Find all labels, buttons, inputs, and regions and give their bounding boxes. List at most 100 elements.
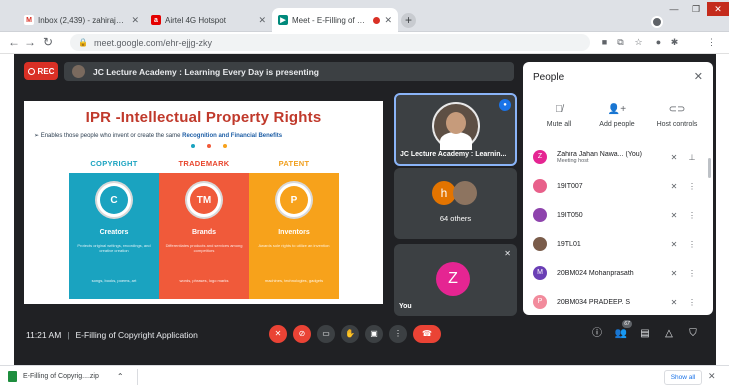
self-tile[interactable]: ✕ Z You xyxy=(394,244,517,316)
chat-button[interactable]: ▤ xyxy=(638,325,652,343)
clock-time: 11:21 AM xyxy=(26,330,62,340)
self-avatar: Z xyxy=(436,262,470,296)
close-tab-icon[interactable]: ✕ xyxy=(131,15,139,26)
mic-off-icon: ✕ xyxy=(504,249,511,258)
presenter-label: JC Lecture Academy : Learnin... xyxy=(400,151,507,158)
add-people-button[interactable]: 👤+ Add people xyxy=(587,104,647,128)
column-foot: machines, technologies, gadgets xyxy=(264,278,324,283)
download-file-name: E-Filling of Copyrig....zip xyxy=(23,373,99,380)
puzzle-icon[interactable]: ✱ xyxy=(668,36,681,49)
close-panel-icon[interactable]: ✕ xyxy=(694,70,703,83)
tab-strip: M Inbox (2,439) - zahirajahan.nawa... ✕ … xyxy=(0,0,729,32)
new-tab-button[interactable]: + xyxy=(401,13,416,28)
recording-badge: REC xyxy=(24,62,58,80)
lock-icon: 🔒 xyxy=(78,38,88,47)
reload-icon[interactable]: ↻ xyxy=(40,34,56,50)
scrollbar[interactable] xyxy=(708,158,711,178)
participant-row[interactable]: 19IT007 ✕ ⋮ xyxy=(533,177,698,195)
tab-airtel[interactable]: a Airtel 4G Hotspot ✕ xyxy=(145,8,272,32)
participant-row[interactable]: M 20BM024 Mohanprasath ✕ ⋮ xyxy=(533,264,698,282)
column-name: Inventors xyxy=(278,229,310,236)
show-all-button[interactable]: Show all xyxy=(664,370,702,385)
participant-row[interactable]: 19TL01 ✕ ⋮ xyxy=(533,235,698,253)
download-item[interactable]: E-Filling of Copyrig....zip ⌃ xyxy=(8,371,124,382)
presenter-avatar xyxy=(72,65,85,78)
mic-toggle-button[interactable]: ✕ xyxy=(269,325,287,343)
host-controls-action[interactable]: ⊂⊃ Host controls xyxy=(647,104,707,128)
star-icon[interactable]: ☆ xyxy=(632,36,645,49)
others-tile[interactable]: h 64 others xyxy=(394,168,517,239)
present-button[interactable]: ▣ xyxy=(365,325,383,343)
participant-row[interactable]: 19IT050 ✕ ⋮ xyxy=(533,206,698,224)
column-heading: COPYRIGHT xyxy=(90,159,138,168)
patent-icon: P xyxy=(275,181,313,219)
mic-off-icon: ✕ xyxy=(670,181,678,191)
add-person-icon: 👤+ xyxy=(607,104,627,115)
window-controls: — ❐ ✕ xyxy=(663,0,729,24)
raise-hand-button[interactable]: ✋ xyxy=(341,325,359,343)
participant-avatar: M xyxy=(533,266,547,280)
close-download-bar-icon[interactable]: ✕ xyxy=(708,371,716,382)
forward-arrow-icon[interactable]: → xyxy=(22,34,38,50)
close-tab-icon[interactable]: ✕ xyxy=(384,15,392,26)
side-controls: ⓘ 👥 67 ▤ △ ⛉ xyxy=(590,320,700,343)
more-icon[interactable]: ⋮ xyxy=(686,240,698,249)
participant-name: Zahira Jahan Nawa... (You) Meeting host xyxy=(557,150,642,164)
airtel-icon: a xyxy=(151,15,161,25)
panel-title: People xyxy=(533,72,565,83)
back-arrow-icon[interactable]: ← xyxy=(6,34,22,50)
captions-button[interactable]: ▭ xyxy=(317,325,335,343)
tab-gmail[interactable]: M Inbox (2,439) - zahirajahan.nawa... ✕ xyxy=(18,8,145,32)
host-controls-button[interactable]: ⛉ xyxy=(686,325,700,343)
maximize-button[interactable]: ❐ xyxy=(685,2,707,16)
leave-call-button[interactable]: ☎ xyxy=(413,325,441,343)
copyright-column: COPYRIGHT C Creators Protects original w… xyxy=(69,159,159,299)
mute-all-button[interactable]: 🎙̸ Mute all xyxy=(529,104,589,128)
close-window-button[interactable]: ✕ xyxy=(707,2,729,16)
mic-off-icon: 🎙̸ xyxy=(555,104,563,115)
people-button[interactable]: 👥 67 xyxy=(614,320,632,343)
participant-name: 19IT007 xyxy=(557,182,583,190)
share-icon[interactable]: ⧉ xyxy=(614,36,627,49)
more-options-button[interactable]: ⋮ xyxy=(389,325,407,343)
tab-meet[interactable]: ▶ Meet - E-Filling of Copyright... ✕ xyxy=(272,8,398,32)
camera-toggle-button[interactable]: ⊘ xyxy=(293,325,311,343)
participant-avatar: P xyxy=(533,295,547,309)
column-name: Brands xyxy=(191,229,217,236)
participant-row[interactable]: Z Zahira Jahan Nawa... (You) Meeting host… xyxy=(533,148,698,166)
menu-kebab-icon[interactable]: ⋮ xyxy=(705,36,718,49)
patent-column: PATENT P Inventors Awards sole rights to… xyxy=(249,159,339,299)
chevron-up-icon[interactable]: ⌃ xyxy=(117,372,124,381)
info-button[interactable]: ⓘ xyxy=(590,325,604,343)
trademark-column: TRADEMARK TM Brands Differentiates produ… xyxy=(159,159,249,299)
extension-icon[interactable]: ● xyxy=(652,36,665,49)
more-icon[interactable]: ⋮ xyxy=(686,182,698,191)
slide-dots xyxy=(191,144,227,148)
shared-slide: IPR -Intellectual Property Rights ➢ Enab… xyxy=(24,101,383,304)
presenting-banner: JC Lecture Academy : Learning Every Day … xyxy=(64,62,514,81)
participant-avatar xyxy=(533,237,547,251)
minimize-button[interactable]: — xyxy=(663,2,685,16)
activities-button[interactable]: △ xyxy=(662,325,676,343)
more-icon[interactable]: ⋮ xyxy=(686,211,698,220)
call-controls: ✕ ⊘ ▭ ✋ ▣ ⋮ ☎ xyxy=(269,325,441,343)
close-tab-icon[interactable]: ✕ xyxy=(258,15,266,26)
others-count: 64 others xyxy=(439,214,472,223)
profile-indicator-icon[interactable] xyxy=(651,16,663,28)
navigation-bar: ← → ↻ 🔒 meet.google.com/ehr-ejjg-zky ■ ⧉… xyxy=(0,32,729,82)
zip-file-icon xyxy=(8,371,17,382)
more-icon[interactable]: ⋮ xyxy=(686,269,698,278)
participant-name: 20BM034 PRADEEP. S xyxy=(557,298,631,306)
presenter-tile[interactable]: ● JC Lecture Academy : Learnin... xyxy=(394,93,517,166)
address-bar[interactable]: 🔒 meet.google.com/ehr-ejjg-zky xyxy=(70,34,590,51)
trademark-icon: TM xyxy=(185,181,223,219)
column-heading: TRADEMARK xyxy=(178,159,230,168)
more-icon[interactable]: ⋮ xyxy=(686,298,698,307)
tab-title: Meet - E-Filling of Copyright... xyxy=(292,15,369,25)
pin-icon[interactable]: ⊥ xyxy=(686,153,698,162)
participant-avatar xyxy=(453,181,477,205)
participant-row[interactable]: P 20BM034 PRADEEP. S ✕ ⋮ xyxy=(533,293,698,311)
gmail-icon: M xyxy=(24,15,34,25)
presenter-avatar xyxy=(432,102,480,150)
camera-icon[interactable]: ■ xyxy=(598,36,611,49)
